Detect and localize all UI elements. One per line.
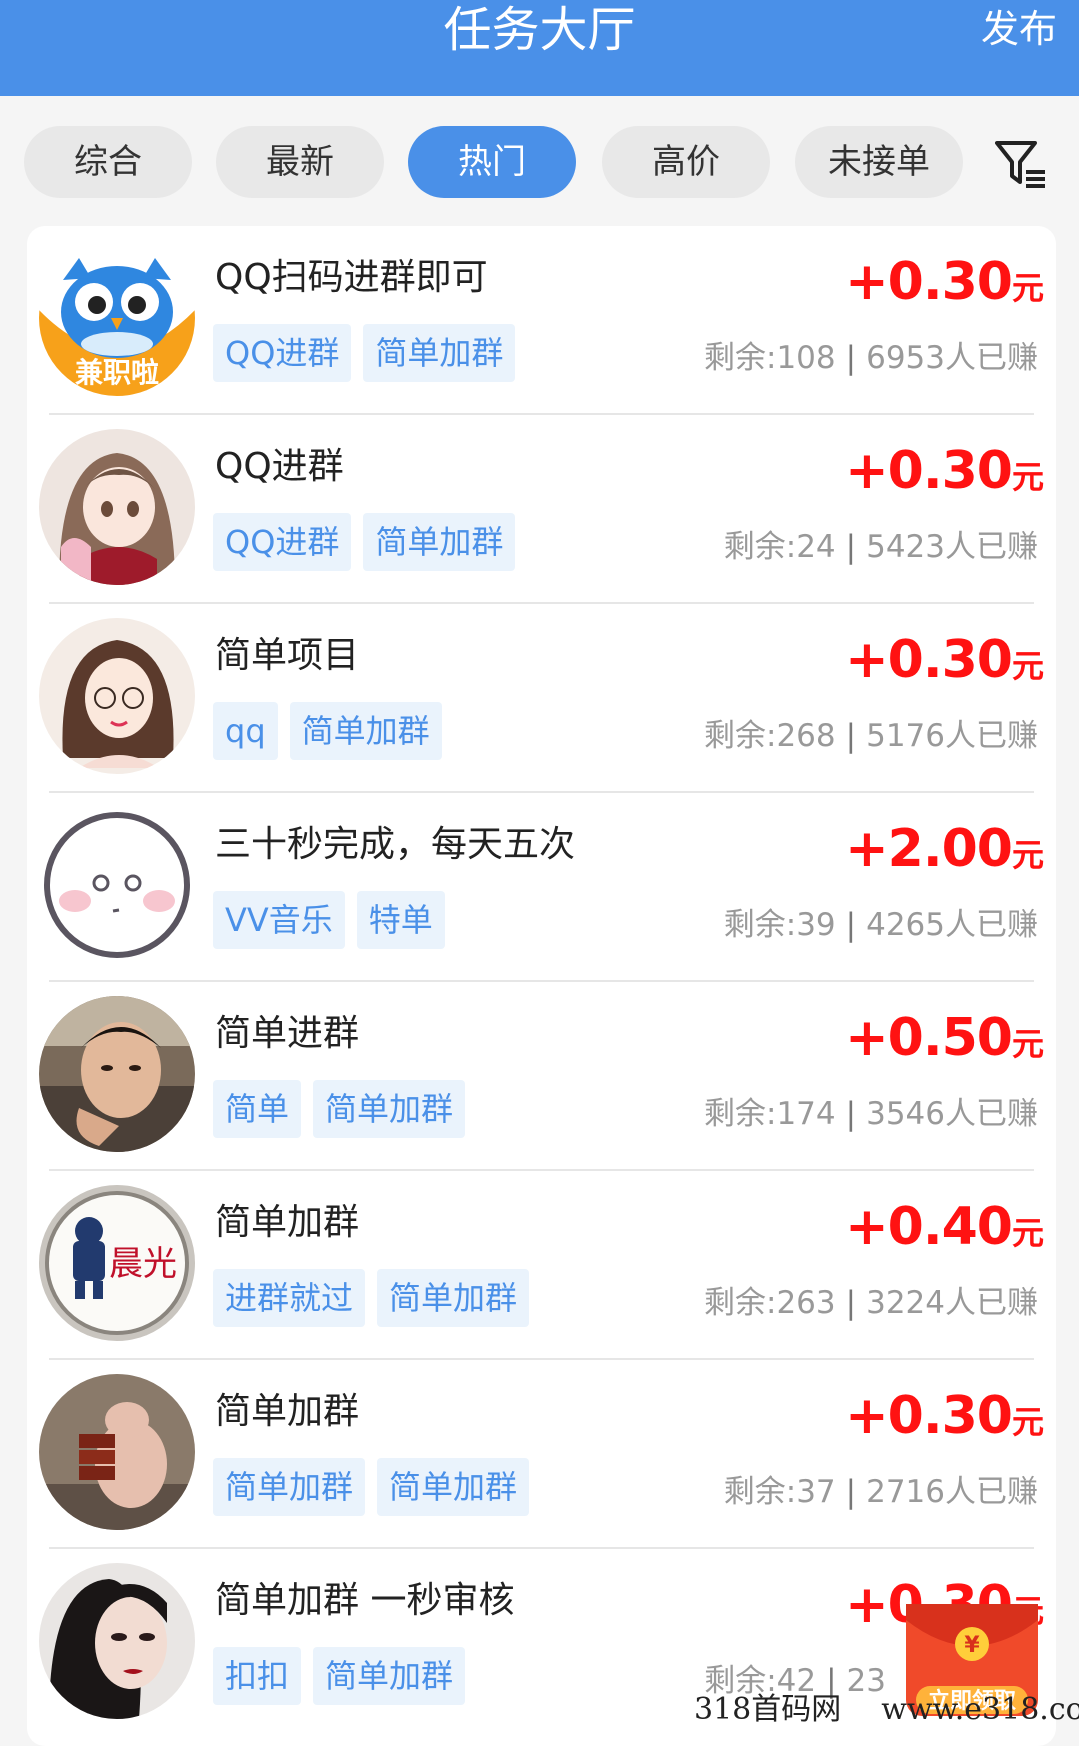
task-reward: +0.30元 <box>845 441 1044 501</box>
task-title: QQ进群 <box>215 446 344 487</box>
task-stats: 剩余:268 | 5176人已赚 <box>704 718 1038 754</box>
task-tag: 简单加群 <box>313 1647 466 1705</box>
task-tag: 扣扣 <box>213 1647 302 1705</box>
task-reward: +0.30元 <box>845 252 1044 312</box>
page-title: 任务大厅 <box>443 2 636 58</box>
task-tag: 简单加群 <box>363 513 516 571</box>
svg-text:兼职啦: 兼职啦 <box>75 356 159 389</box>
task-tag: 简单加群 <box>313 1080 466 1138</box>
task-stats: 剩余:24 | 5423人已赚 <box>723 529 1038 565</box>
task-item[interactable]: 简单进群 简单 简单加群 +0.50元 剩余:174 | 3546人已赚 <box>27 982 1056 1171</box>
task-stats: 剩余:37 | 2716人已赚 <box>723 1474 1038 1510</box>
tab-hot[interactable]: 热门 <box>408 126 576 198</box>
task-tag: QQ进群 <box>213 513 352 571</box>
avatar-badge-logo: 晨光 <box>39 1185 195 1341</box>
task-item[interactable]: 简单项目 qq 简单加群 +0.30元 剩余:268 | 5176人已赚 <box>27 604 1056 793</box>
avatar-owl: 兼职啦 <box>39 240 195 396</box>
task-list: 兼职啦 QQ扫码进群即可 QQ进群 简单加群 +0.30元 剩余:108 | 695… <box>27 226 1056 1746</box>
avatar-glasses-girl <box>39 618 195 774</box>
task-title: QQ扫码进群即可 <box>215 257 488 298</box>
task-reward: +0.40元 <box>845 1197 1044 1257</box>
tab-latest[interactable]: 最新 <box>216 126 384 198</box>
avatar-photo-woman <box>39 1563 195 1719</box>
task-stats: 剩余:39 | 4265人已赚 <box>723 907 1038 943</box>
task-title: 简单加群 <box>215 1391 360 1432</box>
tab-not-taken[interactable]: 未接单 <box>795 126 963 198</box>
task-item[interactable]: 简单加群 简单加群 简单加群 +0.30元 剩余:37 | 2716人已赚 <box>27 1360 1056 1549</box>
task-tag: 简单加群 <box>377 1458 530 1516</box>
task-reward: +0.30元 <box>845 630 1044 690</box>
task-title: 简单加群 一秒审核 <box>215 1580 515 1621</box>
task-stats: 剩余:174 | 3546人已赚 <box>704 1096 1038 1132</box>
task-tag: 简单加群 <box>377 1269 530 1327</box>
task-tag: 简单加群 <box>213 1458 366 1516</box>
task-tag: 特单 <box>356 891 445 949</box>
task-stats: 剩余:263 | 3224人已赚 <box>704 1285 1038 1321</box>
task-reward: +0.30元 <box>845 1386 1044 1446</box>
task-stats: 剩余:108 | 6953人已赚 <box>704 340 1038 376</box>
task-item[interactable]: 兼职啦 QQ扫码进群即可 QQ进群 简单加群 +0.30元 剩余:108 | 695… <box>27 226 1056 415</box>
task-item[interactable]: QQ进群 QQ进群 简单加群 +0.30元 剩余:24 | 5423人已赚 <box>27 415 1056 604</box>
task-tag: QQ进群 <box>213 324 352 382</box>
task-reward: +0.50元 <box>845 1008 1044 1068</box>
svg-text:¥: ¥ <box>964 1633 980 1658</box>
task-tag: VV音乐 <box>213 891 345 949</box>
app-header: 任务大厅 发布 <box>0 0 1079 96</box>
tab-comprehensive[interactable]: 综合 <box>24 126 192 198</box>
task-item[interactable]: 晨光 简单加群 进群就过 简单加群 +0.40元 剩余:263 | 3224人已赚 <box>27 1171 1056 1360</box>
task-title: 简单进群 <box>215 1013 360 1054</box>
avatar-pig <box>39 1374 195 1530</box>
task-reward: +2.00元 <box>845 819 1044 879</box>
filter-bar: 综合 最新 热门 高价 未接单 <box>0 96 1079 226</box>
task-tag: 简单加群 <box>363 324 516 382</box>
avatar-cute-face <box>39 807 195 963</box>
watermark: 318首码网www.e318.com <box>694 1692 1079 1727</box>
task-title: 简单项目 <box>215 635 360 676</box>
task-tag: 简单 <box>213 1080 302 1138</box>
tab-high-price[interactable]: 高价 <box>602 126 770 198</box>
avatar-anime-girl <box>39 429 195 585</box>
avatar-photo-man <box>39 996 195 1152</box>
task-tag: 简单加群 <box>289 702 442 760</box>
task-item[interactable]: 三十秒完成，每天五次 VV音乐 特单 +2.00元 剩余:39 | 4265人已赚 <box>27 793 1056 982</box>
publish-button[interactable]: 发布 <box>981 4 1057 54</box>
task-tag: qq <box>213 702 278 760</box>
task-title: 三十秒完成，每天五次 <box>215 824 576 865</box>
filter-list-icon[interactable] <box>995 138 1047 190</box>
task-tag: 进群就过 <box>213 1269 366 1327</box>
task-title: 简单加群 <box>215 1202 360 1243</box>
svg-text:晨光: 晨光 <box>109 1244 177 1284</box>
